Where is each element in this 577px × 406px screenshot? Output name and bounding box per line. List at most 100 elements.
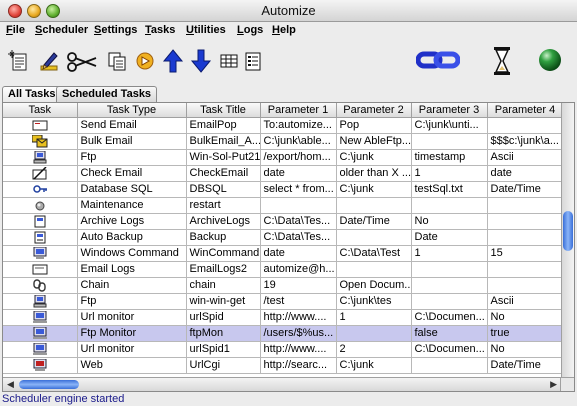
- task-title-cell[interactable]: EmailPop: [186, 117, 261, 134]
- parameter-1-cell[interactable]: [260, 197, 337, 214]
- task-title-cell[interactable]: CheckEmail: [186, 165, 261, 182]
- task-type-cell[interactable]: Maintenance: [77, 197, 187, 214]
- parameter-1-cell[interactable]: automize@h...: [260, 261, 337, 278]
- new-task-icon[interactable]: [8, 48, 30, 74]
- table-row[interactable]: Ftp win-win-get/test C:\junk\tes Ascii: [3, 293, 564, 310]
- task-title-cell[interactable]: DBSQL: [186, 181, 261, 198]
- task-icon-cell[interactable]: [3, 357, 78, 374]
- parameter-4-cell[interactable]: [487, 261, 564, 278]
- parameter-4-cell[interactable]: [487, 277, 564, 294]
- task-type-cell[interactable]: Check Email: [77, 165, 187, 182]
- parameter-3-cell[interactable]: [411, 357, 488, 374]
- parameter-4-cell[interactable]: date: [487, 165, 564, 182]
- task-icon-cell[interactable]: [3, 197, 78, 214]
- task-type-cell[interactable]: Url monitor: [77, 341, 187, 358]
- task-icon-cell[interactable]: [3, 181, 78, 198]
- parameter-1-cell[interactable]: date: [260, 165, 337, 182]
- parameter-1-cell[interactable]: date: [260, 245, 337, 262]
- task-title-cell[interactable]: Win-Sol-Put21: [186, 149, 261, 166]
- task-title-cell[interactable]: restart: [186, 197, 261, 214]
- parameter-2-cell[interactable]: C:\junk\tes: [336, 293, 412, 310]
- task-type-cell[interactable]: Email Logs: [77, 261, 187, 278]
- table-row[interactable]: Ftp Win-Sol-Put21/export/hom... C:\junk tim…: [3, 149, 564, 166]
- menu-scheduler[interactable]: Scheduler: [35, 24, 88, 36]
- task-icon-cell[interactable]: [3, 261, 78, 278]
- parameter-3-cell[interactable]: 1: [411, 245, 488, 262]
- parameter-3-cell[interactable]: C:\Documen...: [411, 341, 488, 358]
- parameter-4-cell[interactable]: Date/Time: [487, 357, 564, 374]
- parameter-3-cell[interactable]: [411, 277, 488, 294]
- task-type-cell[interactable]: Send Email: [77, 117, 187, 134]
- table-row[interactable]: Check Email CheckEmail date older than X ..…: [3, 165, 564, 182]
- parameter-3-cell[interactable]: [411, 293, 488, 310]
- task-type-cell[interactable]: Url monitor: [77, 309, 187, 326]
- parameter-4-cell[interactable]: 15: [487, 245, 564, 262]
- table-row[interactable]: Email Logs EmailLogs2 automize@h...: [3, 261, 564, 278]
- task-icon-cell[interactable]: [3, 245, 78, 262]
- parameter-3-cell[interactable]: 1: [411, 165, 488, 182]
- column-header-parameter-1[interactable]: Parameter 1: [260, 103, 337, 118]
- parameter-3-cell[interactable]: [411, 133, 488, 150]
- task-title-cell[interactable]: chain: [186, 277, 261, 294]
- task-title-cell[interactable]: Backup: [186, 229, 261, 246]
- task-type-cell[interactable]: Ftp: [77, 293, 187, 310]
- copy-icon[interactable]: [106, 48, 128, 74]
- task-icon-cell[interactable]: [3, 229, 78, 246]
- task-type-cell[interactable]: Database SQL: [77, 181, 187, 198]
- parameter-2-cell[interactable]: older than X ...: [336, 165, 412, 182]
- parameter-4-cell[interactable]: [487, 229, 564, 246]
- task-type-cell[interactable]: Ftp: [77, 149, 187, 166]
- table-row[interactable]: Url monitor urlSpid1 http://www.... 2 C:\Doc…: [3, 341, 564, 358]
- table-view-icon[interactable]: [218, 48, 240, 74]
- task-icon-cell[interactable]: [3, 149, 78, 166]
- parameter-4-cell[interactable]: [487, 213, 564, 230]
- task-type-cell[interactable]: Ftp Monitor: [77, 325, 187, 342]
- parameter-3-cell[interactable]: C:\Documen...: [411, 309, 488, 326]
- task-icon-cell[interactable]: [3, 309, 78, 326]
- scroll-right-arrow-icon[interactable]: ▶: [550, 379, 557, 390]
- chain-link-icon[interactable]: [415, 46, 461, 72]
- task-icon-cell[interactable]: [3, 325, 78, 342]
- list-view-icon[interactable]: [242, 48, 264, 74]
- tab-scheduled-tasks[interactable]: Scheduled Tasks: [56, 86, 158, 102]
- parameter-1-cell[interactable]: /test: [260, 293, 337, 310]
- parameter-2-cell[interactable]: C:\junk: [336, 357, 412, 374]
- task-title-cell[interactable]: WinCommand: [186, 245, 261, 262]
- table-row[interactable]: Database SQL DBSQL select * from... C:\junk…: [3, 181, 564, 198]
- task-icon-cell[interactable]: [3, 341, 78, 358]
- task-title-cell[interactable]: EmailLogs2: [186, 261, 261, 278]
- task-title-cell[interactable]: UrlCgi: [186, 357, 261, 374]
- task-title-cell[interactable]: urlSpid1: [186, 341, 261, 358]
- task-type-cell[interactable]: Archive Logs: [77, 213, 187, 230]
- parameter-1-cell[interactable]: http://www....: [260, 309, 337, 326]
- parameter-3-cell[interactable]: timestamp: [411, 149, 488, 166]
- horizontal-scroll-thumb[interactable]: [19, 380, 79, 389]
- parameter-1-cell[interactable]: /users/$%us...: [260, 325, 337, 342]
- parameter-2-cell[interactable]: C:\Data\Test: [336, 245, 412, 262]
- parameter-4-cell[interactable]: [487, 117, 564, 134]
- table-row[interactable]: Archive Logs ArchiveLogs C:\Data\Tes... Dat…: [3, 213, 564, 230]
- table-row[interactable]: Auto Backup Backup C:\Data\Tes... Date: [3, 229, 564, 246]
- menu-utilities[interactable]: Utilities: [186, 24, 226, 36]
- parameter-3-cell[interactable]: No: [411, 213, 488, 230]
- task-type-cell[interactable]: Bulk Email: [77, 133, 187, 150]
- menu-help[interactable]: Help: [272, 24, 296, 36]
- parameter-1-cell[interactable]: http://searc...: [260, 357, 337, 374]
- vertical-scroll-thumb[interactable]: [563, 211, 573, 251]
- parameter-3-cell[interactable]: false: [411, 325, 488, 342]
- menu-tasks[interactable]: Tasks: [145, 24, 175, 36]
- parameter-2-cell[interactable]: Pop: [336, 117, 412, 134]
- task-type-cell[interactable]: Auto Backup: [77, 229, 187, 246]
- task-title-cell[interactable]: urlSpid: [186, 309, 261, 326]
- parameter-2-cell[interactable]: [336, 325, 412, 342]
- parameter-1-cell[interactable]: /export/hom...: [260, 149, 337, 166]
- scroll-left-arrow-icon[interactable]: ◀: [7, 379, 14, 390]
- parameter-4-cell[interactable]: Ascii: [487, 293, 564, 310]
- vertical-scrollbar[interactable]: [561, 103, 574, 377]
- parameter-1-cell[interactable]: 19: [260, 277, 337, 294]
- parameter-2-cell[interactable]: C:\junk: [336, 181, 412, 198]
- parameter-4-cell[interactable]: $$$c:\junk\a...: [487, 133, 564, 150]
- parameter-1-cell[interactable]: C:\Data\Tes...: [260, 213, 337, 230]
- parameter-4-cell[interactable]: [487, 197, 564, 214]
- parameter-4-cell[interactable]: Ascii: [487, 149, 564, 166]
